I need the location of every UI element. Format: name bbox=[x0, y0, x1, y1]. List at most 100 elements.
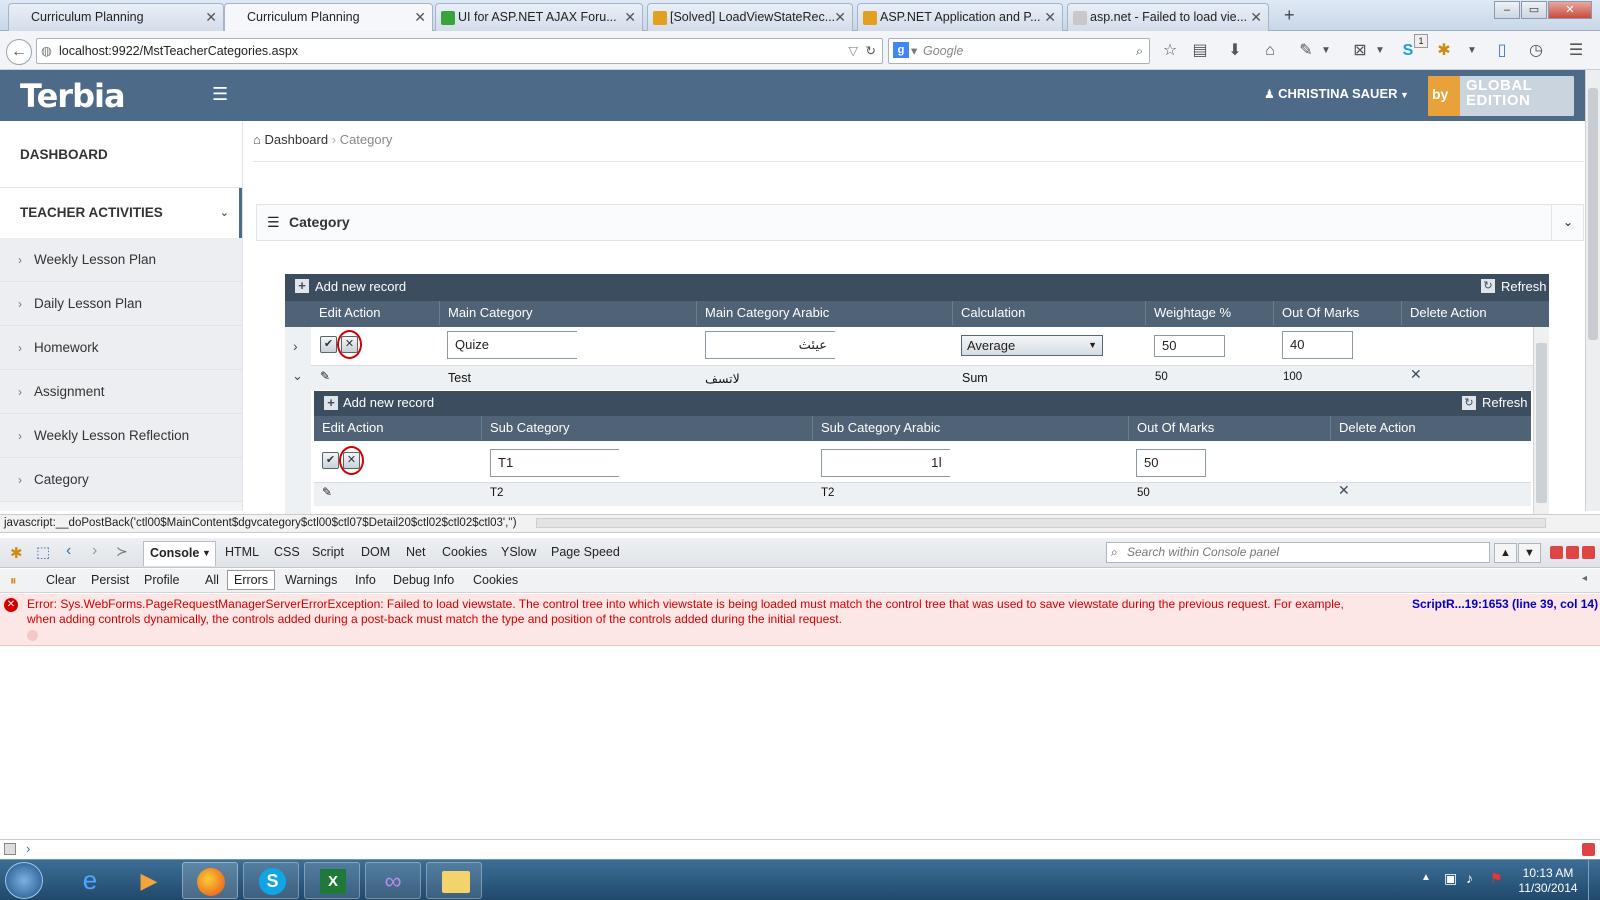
browser-tab[interactable]: ASP.NET Application and P... ✕ bbox=[857, 3, 1063, 31]
download-icon[interactable]: ⬇ bbox=[1225, 41, 1245, 61]
system-clock[interactable]: 10:13 AM 11/30/2014 bbox=[1512, 866, 1584, 896]
minimize-icon[interactable]: – bbox=[1494, 1, 1520, 19]
page-icon[interactable]: ▯ bbox=[1492, 41, 1512, 61]
url-bar[interactable]: ◍ localhost:9922/MstTeacherCategories.as… bbox=[36, 38, 883, 64]
detach-panel-icon[interactable] bbox=[1566, 546, 1579, 559]
breadcrumb-home-link[interactable]: Dashboard bbox=[264, 132, 328, 147]
close-tab-icon[interactable]: ✕ bbox=[1044, 4, 1056, 30]
search-next-icon[interactable]: ▼ bbox=[1518, 543, 1541, 563]
collapse-chevron-icon[interactable]: ⌄ bbox=[1551, 205, 1584, 240]
column-header[interactable]: Out Of Marks bbox=[1129, 416, 1331, 440]
grid-scrollbar[interactable] bbox=[1533, 327, 1549, 514]
sidebar-item-assignment[interactable]: › Assignment bbox=[0, 370, 242, 414]
dropdown-arrow-icon[interactable]: ▽ bbox=[848, 39, 858, 63]
tab-script[interactable]: Script bbox=[312, 545, 344, 559]
internet-explorer-icon[interactable]: e bbox=[62, 862, 118, 899]
add-icon[interactable]: + bbox=[324, 396, 338, 410]
start-button-icon[interactable] bbox=[5, 862, 43, 899]
action-center-icon[interactable]: ⚑ bbox=[1490, 870, 1503, 887]
main-category-input[interactable]: Quize bbox=[447, 331, 577, 359]
column-header[interactable]: Main Category Arabic bbox=[697, 301, 953, 325]
edit-pencil-icon[interactable]: ✎ bbox=[322, 485, 332, 499]
back-arrow-icon[interactable]: ← bbox=[6, 39, 32, 65]
hamburger-menu-icon[interactable]: ☰ bbox=[212, 84, 228, 105]
command-line-icon[interactable]: ≻ bbox=[116, 543, 128, 560]
command-line[interactable]: › bbox=[0, 839, 1600, 859]
column-header[interactable]: Out Of Marks bbox=[1274, 301, 1402, 325]
dropdown-arrow-icon[interactable]: ▼ bbox=[1316, 41, 1336, 61]
refresh-icon[interactable]: ↻ bbox=[1462, 396, 1476, 410]
filter-cookies[interactable]: Cookies bbox=[473, 573, 518, 587]
dropdown-arrow-icon[interactable]: ▼ bbox=[1370, 41, 1390, 61]
sidebar-item-dashboard[interactable]: DASHBOARD bbox=[0, 121, 242, 188]
media-player-icon[interactable]: ▶ bbox=[121, 862, 177, 899]
scrollbar-thumb[interactable] bbox=[1536, 343, 1547, 503]
firebug-icon[interactable]: ✱ bbox=[1434, 41, 1454, 61]
tab-cookies[interactable]: Cookies bbox=[442, 545, 487, 559]
filter-all[interactable]: All bbox=[205, 573, 219, 587]
update-checkmark-icon[interactable]: ✔ bbox=[322, 452, 339, 469]
network-icon[interactable]: ▣ bbox=[1444, 870, 1457, 887]
browser-tab[interactable]: [Solved] LoadViewStateRec... ✕ bbox=[647, 3, 853, 31]
command-editor-icon[interactable] bbox=[4, 843, 16, 855]
forward-icon[interactable]: › bbox=[92, 542, 97, 560]
filter-info[interactable]: Info bbox=[355, 573, 376, 587]
sub-category-input[interactable]: T1 bbox=[490, 449, 619, 477]
show-desktop-button[interactable] bbox=[1588, 860, 1600, 900]
add-new-record-button[interactable]: Add new record bbox=[343, 395, 434, 410]
update-checkmark-icon[interactable]: ✔ bbox=[320, 336, 337, 353]
excel-icon[interactable]: X bbox=[304, 862, 360, 899]
pause-icon[interactable]: ⏸ bbox=[10, 573, 17, 589]
sidebar-section-teacher-activities[interactable]: TEACHER ACTIVITIES ⌄ bbox=[0, 188, 242, 238]
console-search-input[interactable]: ⌕ Search within Console panel bbox=[1106, 542, 1490, 563]
horizontal-scrollbar[interactable] bbox=[536, 518, 1546, 528]
toggle-editor-icon[interactable] bbox=[1582, 843, 1595, 856]
new-tab-button[interactable]: + bbox=[1284, 5, 1295, 26]
dropdown-arrow-icon[interactable]: ▾ bbox=[911, 39, 917, 63]
tab-dom[interactable]: DOM bbox=[361, 545, 390, 559]
blocker-icon[interactable]: ⊠ bbox=[1350, 41, 1370, 61]
refresh-button[interactable]: Refresh bbox=[1482, 395, 1528, 410]
menu-icon[interactable]: ☰ bbox=[1566, 41, 1586, 61]
collapse-left-icon[interactable]: ◂ bbox=[1582, 573, 1587, 584]
delete-x-icon[interactable]: ✕ bbox=[1410, 366, 1422, 383]
dropdown-arrow-icon[interactable]: ▼ bbox=[1462, 41, 1482, 61]
column-header[interactable]: Delete Action bbox=[1402, 301, 1549, 325]
visual-studio-icon[interactable]: ∞ bbox=[365, 862, 421, 899]
close-window-icon[interactable]: ✕ bbox=[1548, 1, 1592, 19]
firebug-icon[interactable]: ✱ bbox=[10, 544, 23, 562]
refresh-icon[interactable]: ↻ bbox=[1481, 279, 1495, 293]
out-of-marks-input[interactable]: 40 bbox=[1282, 331, 1353, 359]
file-explorer-icon[interactable] bbox=[426, 862, 482, 899]
main-category-arabic-input[interactable]: عيئث bbox=[705, 331, 835, 359]
back-icon[interactable]: ‹ bbox=[66, 542, 71, 560]
scrollbar-thumb[interactable] bbox=[1588, 88, 1598, 340]
tab-yslow[interactable]: YSlow bbox=[501, 545, 536, 559]
skype-taskbar-icon[interactable]: S bbox=[243, 862, 299, 899]
column-header[interactable]: Delete Action bbox=[1331, 416, 1531, 440]
close-tab-icon[interactable]: ✕ bbox=[205, 4, 217, 30]
refresh-button[interactable]: Refresh bbox=[1501, 279, 1547, 294]
calculation-select[interactable]: Average ▼ bbox=[961, 335, 1103, 356]
maximize-icon[interactable]: ▭ bbox=[1521, 1, 1547, 19]
column-header[interactable]: Sub Category bbox=[482, 416, 813, 440]
persist-button[interactable]: Persist bbox=[91, 573, 129, 587]
close-tab-icon[interactable]: ✕ bbox=[834, 4, 846, 30]
filter-errors[interactable]: Errors bbox=[227, 570, 276, 590]
bookmark-star-icon[interactable]: ☆ bbox=[1160, 41, 1180, 61]
sub-category-arabic-input[interactable]: ا1 bbox=[821, 449, 950, 477]
browser-tab-active[interactable]: Curriculum Planning ✕ bbox=[224, 3, 433, 32]
developer-tools-icon[interactable]: ✎ bbox=[1296, 41, 1316, 61]
home-icon[interactable]: ⌂ bbox=[1260, 41, 1280, 61]
sidebar-item-category[interactable]: › Category bbox=[0, 458, 242, 502]
browser-tab[interactable]: asp.net - Failed to load vie... ✕ bbox=[1067, 3, 1269, 31]
filter-warnings[interactable]: Warnings bbox=[285, 573, 337, 587]
close-tab-icon[interactable]: ✕ bbox=[1250, 4, 1262, 30]
magnifier-icon[interactable]: ⌕ bbox=[1136, 39, 1143, 63]
weightage-input[interactable]: 50 bbox=[1154, 335, 1225, 357]
page-scrollbar[interactable] bbox=[1585, 70, 1600, 511]
history-icon[interactable]: ◷ bbox=[1526, 41, 1546, 61]
inspect-icon[interactable]: ⬚ bbox=[36, 543, 50, 561]
search-box[interactable]: g ▾ Google ⌕ bbox=[888, 38, 1150, 64]
app-logo[interactable]: Terbia bbox=[20, 77, 126, 115]
